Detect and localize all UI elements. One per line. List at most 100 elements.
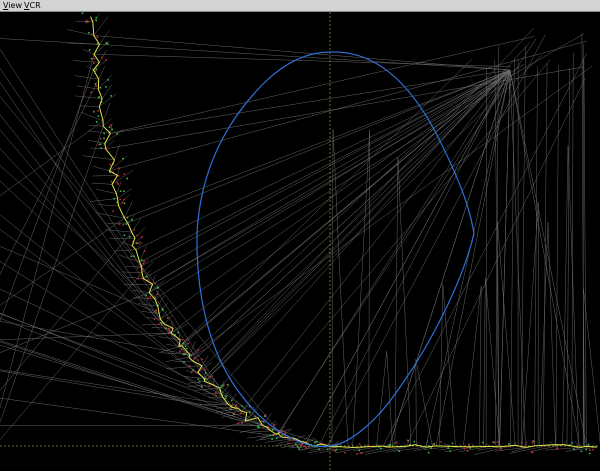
sample-point — [389, 444, 391, 446]
sample-point — [241, 422, 243, 424]
sample-point — [226, 383, 229, 386]
sample-point — [88, 32, 90, 34]
sample-point — [204, 377, 207, 380]
sample-point — [118, 167, 120, 169]
sample-point — [262, 420, 265, 423]
sample-point — [463, 447, 466, 450]
sample-point — [184, 345, 187, 347]
mesh-edge — [75, 20, 93, 23]
mesh-edge — [394, 156, 399, 447]
render-viewport[interactable] — [0, 12, 600, 471]
sample-point — [85, 21, 87, 24]
mesh-edge — [73, 60, 100, 63]
sample-point — [143, 260, 145, 262]
sample-point — [182, 342, 185, 345]
mesh-edge — [124, 69, 511, 219]
sample-point — [116, 133, 118, 135]
sample-point — [107, 79, 109, 81]
sample-point — [139, 241, 141, 244]
sample-point — [571, 442, 573, 444]
mesh-edge — [114, 144, 120, 160]
sample-point — [184, 353, 186, 356]
axes — [0, 12, 600, 471]
mesh-edge — [75, 95, 103, 99]
mesh-edge — [0, 68, 224, 398]
sample-point — [314, 441, 316, 444]
sample-point — [105, 59, 107, 61]
sample-point — [119, 198, 121, 201]
mesh-edge — [154, 79, 513, 299]
sample-point — [197, 378, 200, 381]
sample-point — [344, 451, 346, 454]
sample-point — [205, 372, 207, 374]
sample-point — [531, 442, 534, 444]
sample-point — [136, 267, 139, 269]
mesh-edge — [0, 126, 104, 423]
sample-point — [272, 429, 274, 431]
sample-point — [167, 328, 170, 330]
mesh-edge — [215, 408, 239, 413]
sample-point — [248, 411, 251, 413]
mesh-edge — [98, 66, 106, 80]
mesh-edge — [442, 283, 456, 447]
sample-point — [198, 380, 201, 383]
mesh-edge — [127, 276, 144, 279]
sample-point — [121, 201, 123, 204]
sample-point — [97, 115, 100, 117]
sample-point — [358, 449, 360, 452]
sample-point — [432, 443, 435, 446]
mesh-edge — [109, 40, 587, 172]
mesh-edge — [188, 85, 480, 358]
mesh-edge — [549, 440, 554, 445]
mesh-edge — [89, 147, 106, 150]
sample-point — [147, 297, 149, 300]
sample-point — [229, 407, 232, 410]
mesh-edge — [99, 30, 110, 45]
sample-point — [234, 405, 237, 407]
mesh-edge — [105, 229, 132, 233]
sample-point — [197, 349, 199, 351]
mesh-edge — [204, 69, 511, 379]
sample-point — [201, 358, 203, 361]
sample-point — [208, 385, 211, 388]
mesh-edge — [495, 46, 499, 447]
sample-point — [449, 450, 452, 452]
sample-point — [118, 223, 121, 225]
menu-view[interactable]: View — [3, 1, 22, 10]
sample-point — [103, 137, 105, 140]
mesh-edge — [192, 69, 511, 362]
mesh-edge — [151, 327, 174, 329]
sample-point — [157, 293, 159, 295]
sample-point — [177, 331, 179, 334]
sample-point — [101, 56, 103, 59]
sample-point — [90, 91, 92, 94]
mesh-edge — [0, 69, 94, 322]
sample-point — [179, 350, 181, 352]
sample-point — [492, 441, 495, 444]
mesh-edge — [247, 430, 272, 433]
sample-point — [119, 190, 122, 192]
sample-point — [580, 450, 583, 453]
mesh-scene[interactable] — [0, 12, 600, 471]
mesh-edge — [93, 59, 108, 71]
mesh-edge — [109, 237, 135, 239]
sample-point — [145, 294, 147, 297]
menu-vcr[interactable]: VCR — [24, 1, 41, 10]
mesh-edge — [91, 182, 113, 185]
mesh-edge — [415, 359, 417, 447]
mesh-edge — [477, 446, 500, 451]
mesh-edge — [134, 227, 146, 239]
sample-point — [209, 375, 212, 378]
sample-point — [153, 318, 156, 321]
sample-point — [239, 412, 242, 415]
sample-point — [468, 443, 470, 446]
mesh-edge — [121, 271, 143, 274]
mesh-edge — [102, 102, 111, 121]
sample-point — [108, 126, 111, 129]
sample-point — [90, 33, 93, 35]
mesh-edge — [510, 58, 515, 447]
sample-point — [287, 442, 289, 445]
mesh-edge — [0, 180, 263, 426]
sample-point — [273, 423, 275, 426]
sample-point — [413, 440, 416, 443]
